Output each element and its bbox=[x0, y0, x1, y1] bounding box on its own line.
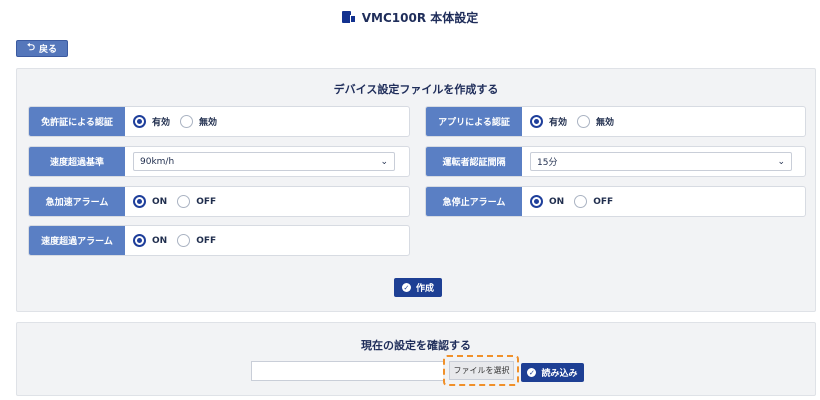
speed-limit-value: 90km/h bbox=[140, 156, 175, 167]
app-auth-enabled-radio[interactable]: 有効 bbox=[530, 115, 567, 128]
app-auth-row: アプリによる認証 有効 無効 bbox=[425, 106, 806, 137]
speed-limit-row: 速度超過基準 90km/h ⌄ bbox=[28, 146, 410, 177]
driver-auth-interval-row: 運転者認証間隔 15分 ⌄ bbox=[425, 146, 806, 177]
create-settings-title: デバイス設定ファイルを作成する bbox=[333, 83, 499, 96]
back-button-label: 戻る bbox=[39, 45, 58, 55]
driver-auth-interval-value: 15分 bbox=[537, 158, 558, 168]
speed-alarm-row: 速度超過アラーム ON OFF bbox=[28, 225, 410, 256]
app-auth-label: アプリによる認証 bbox=[426, 107, 522, 136]
load-button-label: 読み込み bbox=[541, 369, 578, 379]
create-settings-panel: デバイス設定ファイルを作成する 免許証による認証 有効 無効 アプリによる認証 … bbox=[16, 68, 816, 312]
stop-alarm-off-radio[interactable]: OFF bbox=[574, 195, 613, 208]
confirm-settings-title: 現在の設定を確認する bbox=[361, 339, 471, 352]
driver-auth-interval-label: 運転者認証間隔 bbox=[426, 147, 522, 176]
stop-alarm-row: 急停止アラーム ON OFF bbox=[425, 186, 806, 217]
accel-alarm-off-radio[interactable]: OFF bbox=[177, 195, 216, 208]
speed-alarm-on-radio[interactable]: ON bbox=[133, 234, 167, 247]
check-circle-icon: ✓ bbox=[527, 368, 537, 377]
chevron-down-icon: ⌄ bbox=[777, 156, 785, 167]
speed-limit-label: 速度超過基準 bbox=[29, 147, 125, 176]
undo-arrow-icon: ⮌ bbox=[26, 42, 35, 53]
file-path-field[interactable] bbox=[251, 361, 443, 381]
stop-alarm-on-radio[interactable]: ON bbox=[530, 195, 564, 208]
back-button[interactable]: ⮌ 戻る bbox=[16, 40, 68, 57]
accel-alarm-label: 急加速アラーム bbox=[29, 187, 125, 216]
choose-file-button[interactable]: ファイルを選択 bbox=[449, 361, 514, 380]
accel-alarm-on-radio[interactable]: ON bbox=[133, 195, 167, 208]
speed-limit-select[interactable]: 90km/h ⌄ bbox=[133, 152, 395, 171]
check-circle-icon: ✓ bbox=[401, 283, 411, 292]
license-auth-enabled-radio[interactable]: 有効 bbox=[133, 115, 170, 128]
speed-alarm-label: 速度超過アラーム bbox=[29, 226, 125, 255]
create-button-label: 作成 bbox=[415, 284, 434, 294]
driver-auth-interval-select[interactable]: 15分 ⌄ bbox=[530, 152, 792, 171]
accel-alarm-row: 急加速アラーム ON OFF bbox=[28, 186, 410, 217]
file-choose-highlight: ファイルを選択 bbox=[443, 355, 519, 386]
chevron-down-icon: ⌄ bbox=[380, 156, 388, 167]
license-auth-disabled-radio[interactable]: 無効 bbox=[180, 115, 217, 128]
license-auth-label: 免許証による認証 bbox=[29, 107, 125, 136]
app-auth-disabled-radio[interactable]: 無効 bbox=[577, 115, 614, 128]
load-button[interactable]: ✓ 読み込み bbox=[521, 363, 584, 382]
confirm-settings-panel: 現在の設定を確認する ファイルを選択 ✓ 読み込み bbox=[16, 322, 816, 396]
stop-alarm-label: 急停止アラーム bbox=[426, 187, 522, 216]
page-header: VMC100R 本体設定 bbox=[0, 0, 820, 34]
create-button[interactable]: ✓ 作成 bbox=[394, 278, 442, 297]
page-title: VMC100R 本体設定 bbox=[361, 10, 479, 25]
speed-alarm-off-radio[interactable]: OFF bbox=[177, 234, 216, 247]
license-auth-row: 免許証による認証 有効 無効 bbox=[28, 106, 410, 137]
device-icon bbox=[341, 11, 356, 23]
